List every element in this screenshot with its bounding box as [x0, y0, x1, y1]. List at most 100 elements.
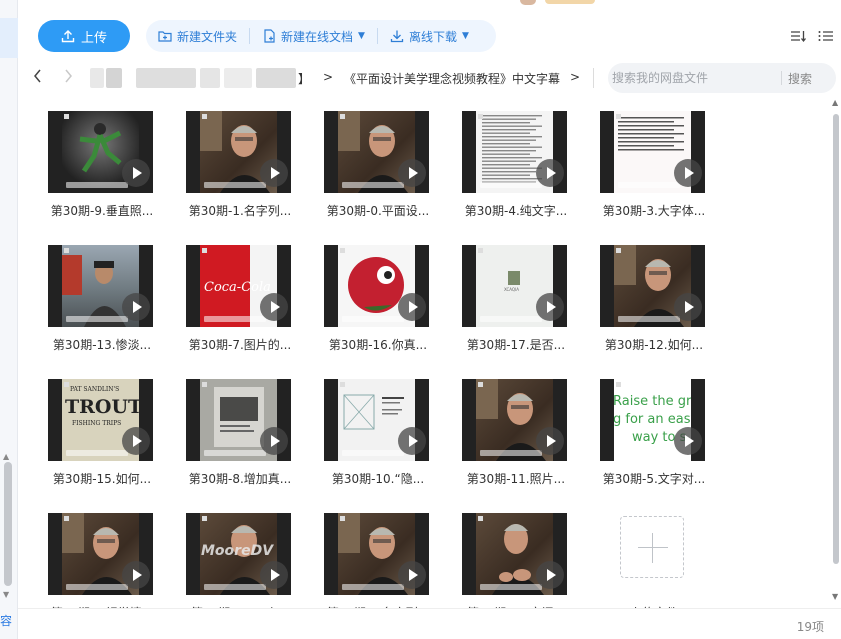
- sort-icon[interactable]: [788, 26, 808, 46]
- file-name[interactable]: 第30期-16.你真...: [312, 336, 444, 353]
- file-tile[interactable]: 第30期-3.大字体...: [588, 98, 720, 228]
- play-icon[interactable]: [122, 561, 150, 589]
- file-name[interactable]: 第30期-5.文字对...: [588, 470, 720, 487]
- file-tile[interactable]: 第30期-0.平面设...: [312, 98, 444, 228]
- upload-button[interactable]: 上传: [38, 20, 130, 52]
- file-tile[interactable]: Raise the greg for an easyway to s 第30期-5…: [588, 366, 720, 496]
- plus-icon[interactable]: [620, 516, 684, 578]
- file-tile[interactable]: 第30期-14.空间...: [450, 500, 582, 608]
- play-icon[interactable]: [260, 159, 288, 187]
- file-name[interactable]: 第30期-13.惨淡...: [36, 336, 168, 353]
- file-tile[interactable]: 第30期-12.如何...: [588, 232, 720, 362]
- file-tile[interactable]: Coca-Cola 第30期-7.图片的...: [174, 232, 306, 362]
- new-folder-button[interactable]: 新建文件夹: [158, 28, 237, 45]
- video-thumbnail[interactable]: [324, 111, 429, 193]
- video-thumbnail[interactable]: [462, 513, 567, 595]
- play-icon[interactable]: [260, 293, 288, 321]
- video-thumbnail[interactable]: [462, 111, 567, 193]
- forward-arrow-icon[interactable]: [62, 68, 74, 88]
- play-icon[interactable]: [122, 427, 150, 455]
- video-thumbnail[interactable]: [324, 245, 429, 327]
- search-button[interactable]: 搜索: [788, 70, 812, 87]
- play-icon[interactable]: [674, 293, 702, 321]
- svg-text:PAT SANDLIN'S: PAT SANDLIN'S: [70, 386, 119, 393]
- toolbar-actions: 新建文件夹 新建在线文档 ▼ 离线下载 ▼: [146, 20, 496, 52]
- video-thumbnail[interactable]: MooreDV: [186, 513, 291, 595]
- video-thumbnail[interactable]: [600, 111, 705, 193]
- sidebar-scrollbar[interactable]: [4, 462, 12, 586]
- video-thumbnail[interactable]: Coca-Cola: [186, 245, 291, 327]
- play-icon[interactable]: [674, 427, 702, 455]
- video-thumbnail[interactable]: [186, 379, 291, 461]
- file-name[interactable]: 第30期-17.是否...: [450, 336, 582, 353]
- back-arrow-icon[interactable]: [32, 68, 44, 88]
- file-name[interactable]: 第30期-11.照片...: [450, 470, 582, 487]
- play-icon[interactable]: [536, 159, 564, 187]
- sidebar-scroll-up-icon[interactable]: ▲: [3, 452, 9, 461]
- video-thumbnail[interactable]: [48, 513, 153, 595]
- file-tile[interactable]: 第30期-6.视觉情...: [36, 500, 168, 608]
- file-tile[interactable]: 第30期-1.名字列...: [174, 98, 306, 228]
- play-icon[interactable]: [398, 159, 426, 187]
- file-tile[interactable]: 第30期-9.垂直照...: [36, 98, 168, 228]
- play-icon[interactable]: [122, 293, 150, 321]
- play-icon[interactable]: [536, 561, 564, 589]
- breadcrumb-fragment[interactable]: 】: [298, 70, 310, 87]
- file-name[interactable]: 第30期-9.垂直照...: [36, 202, 168, 219]
- video-thumbnail[interactable]: [462, 379, 567, 461]
- file-tile[interactable]: 第30期-11.照片...: [450, 366, 582, 496]
- play-icon[interactable]: [674, 159, 702, 187]
- video-thumbnail[interactable]: [324, 513, 429, 595]
- file-tile[interactable]: 第30期-4.纯文字...: [450, 98, 582, 228]
- video-thumbnail[interactable]: Raise the greg for an easyway to s: [600, 379, 705, 461]
- file-tile[interactable]: 第30期-8.增加真...: [174, 366, 306, 496]
- download-icon: [390, 30, 404, 43]
- file-tile[interactable]: PAT SANDLIN'S TROUT FISHING TRIPS 第30期-15.如…: [36, 366, 168, 496]
- video-thumbnail[interactable]: [324, 379, 429, 461]
- scroll-up-icon[interactable]: ▲: [832, 98, 838, 107]
- scrollbar-thumb[interactable]: [833, 114, 839, 564]
- file-name[interactable]: 第30期-8.增加真...: [174, 470, 306, 487]
- file-name[interactable]: 第30期-0.平面设...: [312, 202, 444, 219]
- play-icon[interactable]: [536, 427, 564, 455]
- new-online-doc-button[interactable]: 新建在线文档 ▼: [262, 28, 365, 45]
- video-thumbnail[interactable]: PAT SANDLIN'S TROUT FISHING TRIPS: [48, 379, 153, 461]
- file-name[interactable]: 第30期-12.如何...: [588, 336, 720, 353]
- list-view-icon[interactable]: [816, 26, 836, 46]
- offline-download-button[interactable]: 离线下载 ▼: [390, 28, 469, 45]
- breadcrumb-redacted: [200, 68, 220, 88]
- video-thumbnail[interactable]: [186, 111, 291, 193]
- play-icon[interactable]: [398, 561, 426, 589]
- file-name[interactable]: 第30期-7.图片的...: [174, 336, 306, 353]
- video-thumbnail[interactable]: XCAQIA: [462, 245, 567, 327]
- play-icon[interactable]: [536, 293, 564, 321]
- file-name[interactable]: 第30期-4.纯文字...: [450, 202, 582, 219]
- file-tile[interactable]: 第30期-16.你真...: [312, 232, 444, 362]
- scroll-down-icon[interactable]: ▼: [832, 592, 838, 601]
- file-name[interactable]: 第30期-3.大字体...: [588, 202, 720, 219]
- file-tile[interactable]: 第30期-13.惨淡...: [36, 232, 168, 362]
- play-icon[interactable]: [122, 159, 150, 187]
- play-icon[interactable]: [398, 293, 426, 321]
- breadcrumb-redacted: [90, 68, 104, 88]
- breadcrumb-current-folder[interactable]: 《平面设计美学理念视频教程》中文字幕: [344, 70, 560, 87]
- file-name[interactable]: 第30期-10.“隐...: [312, 470, 444, 487]
- play-icon[interactable]: [398, 427, 426, 455]
- sidebar-scroll-down-icon[interactable]: ▼: [3, 590, 9, 599]
- file-tile[interactable]: XCAQIA 第30期-17.是否...: [450, 232, 582, 362]
- video-thumbnail[interactable]: [48, 111, 153, 193]
- sidebar-selected-item[interactable]: [0, 18, 18, 58]
- play-icon[interactable]: [260, 561, 288, 589]
- file-tile[interactable]: 第30期-2.名字列...: [312, 500, 444, 608]
- video-thumbnail[interactable]: [600, 245, 705, 327]
- channel-logo-icon: [340, 516, 345, 521]
- file-tile[interactable]: 第30期-10.“隐...: [312, 366, 444, 496]
- file-grid-scrollbar[interactable]: ▲ ▼: [830, 98, 841, 608]
- video-thumbnail[interactable]: [48, 245, 153, 327]
- upload-file-tile[interactable]: 上传文件: [588, 500, 720, 608]
- file-name[interactable]: 第30期-1.名字列...: [174, 202, 306, 219]
- file-name[interactable]: 第30期-15.如何...: [36, 470, 168, 487]
- search-input[interactable]: [610, 68, 780, 88]
- file-tile[interactable]: MooreDV第30期-18.三个...: [174, 500, 306, 608]
- play-icon[interactable]: [260, 427, 288, 455]
